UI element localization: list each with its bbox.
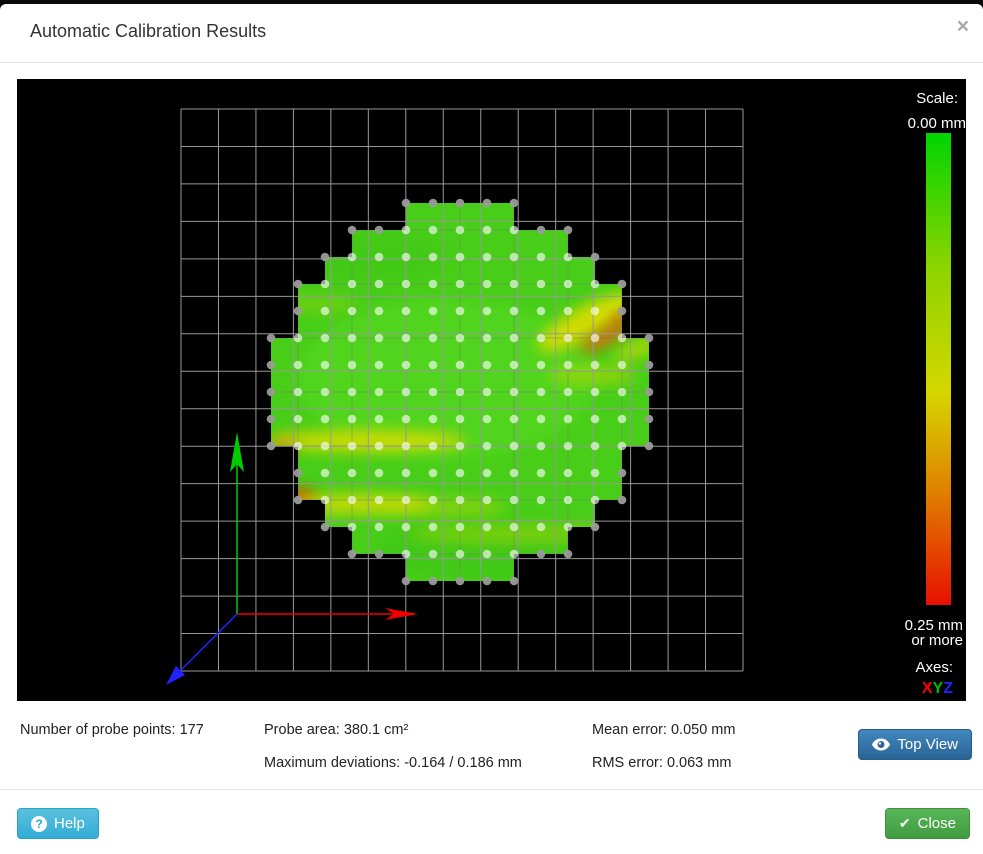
stat-max-deviations: Maximum deviations: -0.164 / 0.186 mm [264, 755, 522, 771]
axis-z-label: Z [943, 680, 953, 697]
axis-x-label: X [922, 680, 933, 697]
scale-title: Scale: [916, 90, 958, 107]
dialog-header: Automatic Calibration Results × [0, 4, 983, 63]
stat-rms-error: RMS error: 0.063 mm [592, 755, 731, 771]
axes-legend: XYZ [922, 680, 953, 697]
checkmark-icon: ✔ [899, 815, 911, 832]
close-icon[interactable]: × [957, 16, 969, 37]
stat-mean-error: Mean error: 0.050 mm [592, 722, 735, 738]
scale-max-label2: or more [911, 632, 963, 649]
top-view-button[interactable]: Top View [858, 729, 972, 760]
color-scale-bar [926, 133, 951, 605]
scale-min-label: 0.00 mm [908, 115, 966, 132]
stat-probe-points: Number of probe points: 177 [20, 722, 204, 738]
question-icon: ? [31, 816, 47, 832]
close-label: Close [918, 815, 956, 832]
help-button[interactable]: ? Help [17, 808, 99, 839]
help-label: Help [54, 815, 85, 832]
top-view-label: Top View [897, 736, 958, 753]
close-button[interactable]: ✔ Close [885, 808, 970, 839]
footer-divider [0, 789, 983, 790]
modal-backdrop: Automatic Calibration Results × [0, 0, 983, 854]
calibration-results-dialog: Automatic Calibration Results × [0, 4, 983, 854]
stat-probe-area: Probe area: 380.1 cm² [264, 722, 408, 738]
axes-title: Axes: [915, 659, 953, 676]
axis-y-label: Y [933, 680, 944, 697]
heightmap-visualization: Scale: 0.00 mm 0.25 mm or more Axes: XYZ [17, 79, 966, 701]
eye-icon [872, 738, 890, 751]
dialog-title: Automatic Calibration Results [30, 21, 266, 42]
heightmap-canvas[interactable]: Scale: 0.00 mm 0.25 mm or more Axes: XYZ [17, 79, 966, 701]
